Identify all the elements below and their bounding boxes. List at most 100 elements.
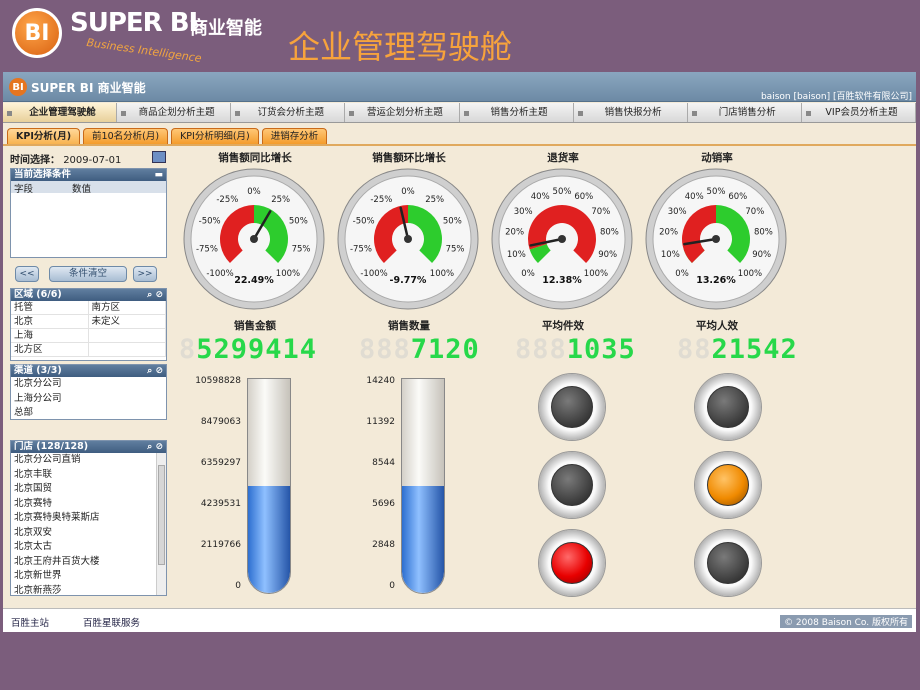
gauge-tick-label: 10% [661,250,680,260]
app-name: SUPER BI 商业智能 [31,81,146,95]
list-item[interactable]: 北京王府井百货大楼 [11,555,166,570]
gauge-tick-label: 75% [292,244,311,254]
gauge-title: 退货率 [547,152,579,164]
list-item[interactable]: 上海分公司 [11,392,166,407]
tab-order-fair[interactable]: 订货会分析主题 [231,103,346,122]
gauge-pivot [558,235,566,243]
list-item[interactable]: 北京丰联 [11,468,166,483]
gauge-title: 动销率 [701,152,733,164]
region-panel: 区域 (6/6) ⌕ ⊘ 托管 南方区 北京 未定义 上海 北方区 [10,288,167,361]
axis-tick: 8544 [372,458,395,468]
gauge-tick-label: 30% [668,207,687,217]
axis-tick: 6359297 [200,458,241,468]
panel-header: 渠道 (3/3) ⌕ ⊘ [11,365,166,377]
gauge-tick-label: 25% [425,195,444,205]
tab-product-planning[interactable]: 商品企划分析主题 [117,103,232,122]
subtab-inventory[interactable]: 进销存分析 [261,128,328,144]
tab-sales-flash[interactable]: 销售快报分析 [574,103,688,122]
metric-title: 销售数量 [388,320,430,332]
gauge-tick-label: -25% [216,195,238,205]
app-window: BI SUPER BI 商业智能 baison [baison] [百胜软件有限… [3,72,916,632]
next-button[interactable]: >> [133,266,157,282]
service-link[interactable]: 百胜星联服务 [83,615,140,629]
traffic-light [695,374,761,440]
home-link[interactable]: 百胜主站 [11,615,49,629]
list-item[interactable]: 北京国贸 [11,482,166,497]
light-lens [707,386,749,428]
subtab-top10[interactable]: 前10名分析(月) [83,128,169,144]
gauge-tick-label: 100% [584,269,608,279]
gauge-tick-label: 100% [430,269,454,279]
axis-tick: 4239531 [200,499,241,509]
gauge-tick-label: -25% [370,195,392,205]
gauge-tick-label: 20% [505,227,524,237]
bi-logo: BI [12,8,62,58]
conditions-panel: 当前选择条件 ▬ 字段 数值 [10,168,167,258]
metric-title: 平均人效 [696,320,738,332]
list-item[interactable]: 北京新世界 [11,569,166,584]
gauge-tick-label: -50% [353,217,375,227]
tab-vip-analysis[interactable]: VIP会员分析主题 [802,103,916,122]
list-item[interactable]: 北京赛特 [11,497,166,512]
date-value[interactable]: 2009-07-01 [63,155,121,166]
search-icon[interactable]: ⌕ ⊘ [147,441,163,453]
subtab-kpi-detail[interactable]: KPI分析明细(月) [171,128,259,144]
gauge-tick-label: 90% [752,250,771,260]
gauge-tick-label: 75% [446,244,465,254]
brand-tagline: Business Intelligence [85,35,203,66]
gauge-tick-label: 30% [514,207,533,217]
search-icon[interactable]: ⌕ ⊘ [147,365,163,377]
gauge-tick-label: 80% [754,227,773,237]
subtab-kpi-month[interactable]: KPI分析(月) [7,128,81,144]
search-icon[interactable]: ⌕ ⊘ [147,289,163,301]
gauge-tick-label: 60% [574,192,593,202]
gauge-title: 销售额环比增长 [372,152,446,164]
gauge-tick-label: 50% [443,217,462,227]
date-label: 时间选择： [10,155,60,166]
list-item[interactable]: 北京 未定义 [11,315,166,329]
gauge-tick-label: -100% [360,269,387,279]
calendar-icon[interactable] [152,151,166,163]
app-header: BI SUPER BI 商业智能 baison [baison] [百胜软件有限… [3,72,916,102]
list-item[interactable]: 托管 南方区 [11,301,166,315]
axis-tick: 10598828 [195,376,241,386]
tab-store-sales[interactable]: 门店销售分析 [688,103,802,122]
gauge-tick-label: 40% [531,192,550,202]
scrollbar[interactable] [156,453,166,595]
light-lens [707,464,749,506]
col-value: 数值 [72,184,92,195]
list-item[interactable]: 北京分公司 [11,377,166,392]
list-item[interactable]: 北方区 [11,343,166,357]
tab-cockpit[interactable]: 企业管理驾驶舱 [3,103,118,122]
tab-operation-planning[interactable]: 营运企划分析主题 [345,103,460,122]
gauge-tick-label: 0% [675,269,689,279]
list-item[interactable]: 北京双安 [11,526,166,541]
gauge-pivot [404,235,412,243]
main-tabs: 企业管理驾驶舱 商品企划分析主题 订货会分析主题 营运企划分析主题 销售分析主题… [3,103,916,123]
condition-buttons: << 条件清空 >> [15,266,165,284]
copyright: © 2008 Baison Co. 版权所有 [780,615,912,628]
clear-conditions-button[interactable]: 条件清空 [49,266,127,282]
brand-name: SUPER BI [70,8,198,38]
gauge-tick-label: -50% [199,217,221,227]
list-item[interactable]: 北京太古 [11,540,166,555]
gauge-tick-label: 50% [289,217,308,227]
dashboard: 销售额同比增长 销售额环比增长 退货率 动销率 -100% -75% -50% -25… [173,148,913,598]
list-item[interactable]: 上海 [11,329,166,343]
store-panel: 门店 (128/128) ⌕ ⊘ 北京分公司直销 北京丰联 北京国贸 北京赛特 北… [10,440,167,596]
list-item[interactable]: 北京赛特奥特莱斯店 [11,511,166,526]
collapse-icon[interactable]: ▬ [154,169,163,181]
scroll-thumb[interactable] [158,465,165,565]
light-lens [551,464,593,506]
list-item[interactable]: 总部 [11,406,166,421]
tab-sales-analysis[interactable]: 销售分析主题 [460,103,574,122]
gauge-tick-label: -75% [196,244,218,254]
metric-avg-item: 8881035 [515,334,636,365]
list-item[interactable]: 北京新燕莎 [11,584,166,596]
channel-panel: 渠道 (3/3) ⌕ ⊘ 北京分公司 上海分公司 总部 [10,364,167,420]
axis-tick: 2848 [372,540,395,550]
prev-button[interactable]: << [15,266,39,282]
divider [3,144,916,146]
gauge-tick-label: 80% [600,227,619,237]
list-item[interactable]: 北京分公司直销 [11,453,166,468]
